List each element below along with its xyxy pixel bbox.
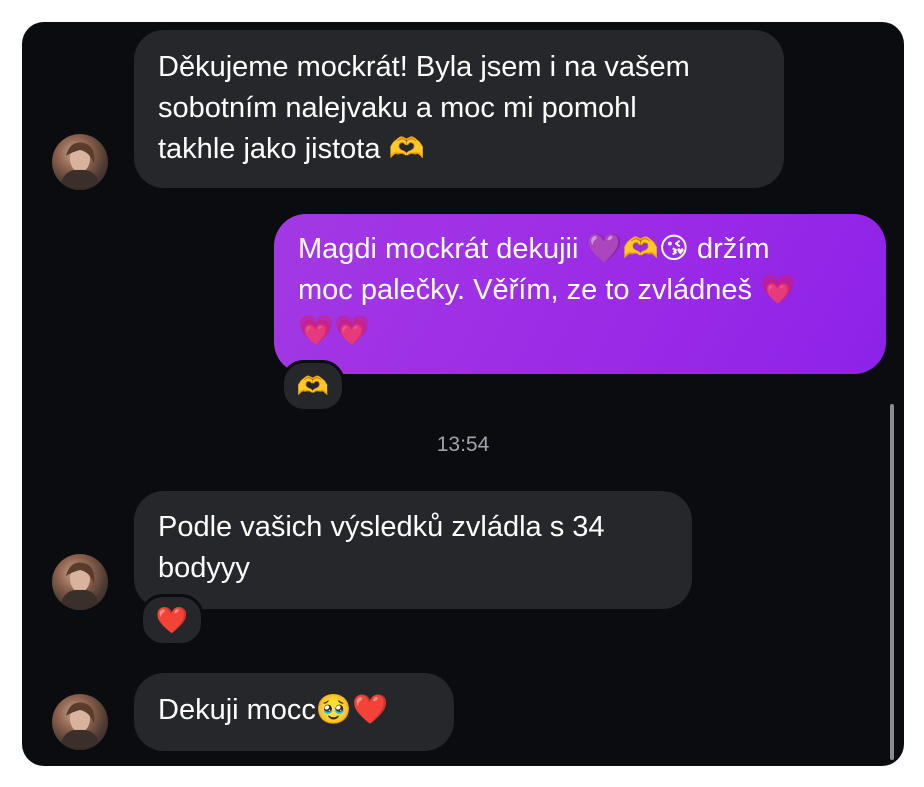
timestamp: 13:54 <box>436 433 490 456</box>
incoming-message[interactable]: Podle vašich výsledků zvládla s 34 bodyy… <box>134 491 692 609</box>
chat-thread: Děkujeme mockrát! Byla jsem i na vašem s… <box>22 22 904 766</box>
message-reaction[interactable]: 🫶 <box>281 360 345 412</box>
message-reaction[interactable]: ❤️ <box>140 594 204 646</box>
red-heart-reaction-icon: ❤️ <box>155 604 189 635</box>
contact-avatar[interactable] <box>52 554 108 610</box>
incoming-message[interactable]: Dekuji mocc🥹❤️ <box>134 673 454 751</box>
contact-avatar[interactable] <box>52 694 108 750</box>
contact-avatar[interactable] <box>52 134 108 190</box>
outgoing-message[interactable]: Magdi mockrát dekujii 💜🫶😘 držím moc pale… <box>274 214 886 374</box>
heart-hands-reaction-icon: 🫶 <box>296 370 330 401</box>
incoming-message[interactable]: Děkujeme mockrát! Byla jsem i na vašem s… <box>134 30 784 188</box>
scrollbar[interactable] <box>890 404 894 760</box>
